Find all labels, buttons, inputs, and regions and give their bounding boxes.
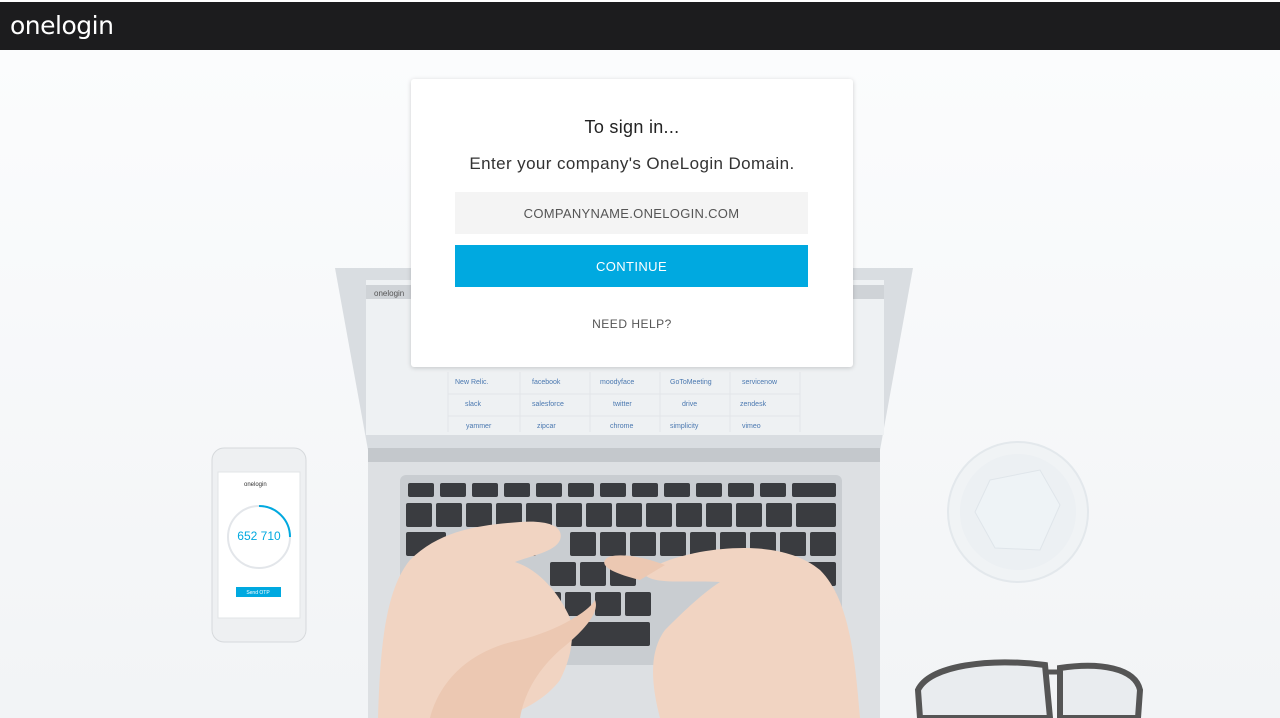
screen-app-label: zipcar	[537, 423, 556, 430]
screen-app-label: GoToMeeting	[670, 379, 712, 386]
login-card: To sign in... Enter your company's OneLo…	[411, 79, 853, 367]
eyeglasses	[914, 659, 1054, 718]
screen-header-text: onelogin	[374, 289, 404, 298]
screen-app-label: vimeo	[742, 423, 761, 430]
onelogin-logo[interactable]: onelogin	[10, 11, 114, 40]
top-bar: onelogin	[0, 0, 1280, 50]
phone-send-otp-label: Send OTP	[246, 590, 270, 596]
screen-app-label: slack	[465, 401, 481, 408]
phone-brand: onelogin	[244, 482, 267, 488]
need-help-link[interactable]: NEED HELP?	[411, 317, 853, 331]
screen-app-label: facebook	[532, 379, 561, 386]
screen-app-label: New Relic.	[455, 379, 489, 386]
screen-app-label: chrome	[610, 423, 633, 430]
screen-app-label: twitter	[613, 401, 632, 408]
phone-otp-code: 652 710	[237, 529, 281, 543]
laptop-hinge	[368, 448, 880, 462]
screen-app-label: servicenow	[742, 379, 778, 386]
screen-app-label: simplicity	[670, 423, 699, 430]
signin-subtitle: Enter your company's OneLogin Domain.	[469, 154, 795, 173]
screen-app-label: yammer	[466, 423, 492, 430]
screen-app-label: drive	[682, 401, 697, 408]
screen-app-label: zendesk	[740, 401, 767, 408]
signin-title: To sign in...	[584, 117, 680, 137]
continue-button[interactable]: CONTINUE	[455, 245, 808, 287]
screen-app-label: salesforce	[532, 401, 564, 408]
domain-input[interactable]	[455, 192, 808, 234]
screen-app-label: moodyface	[600, 379, 634, 386]
